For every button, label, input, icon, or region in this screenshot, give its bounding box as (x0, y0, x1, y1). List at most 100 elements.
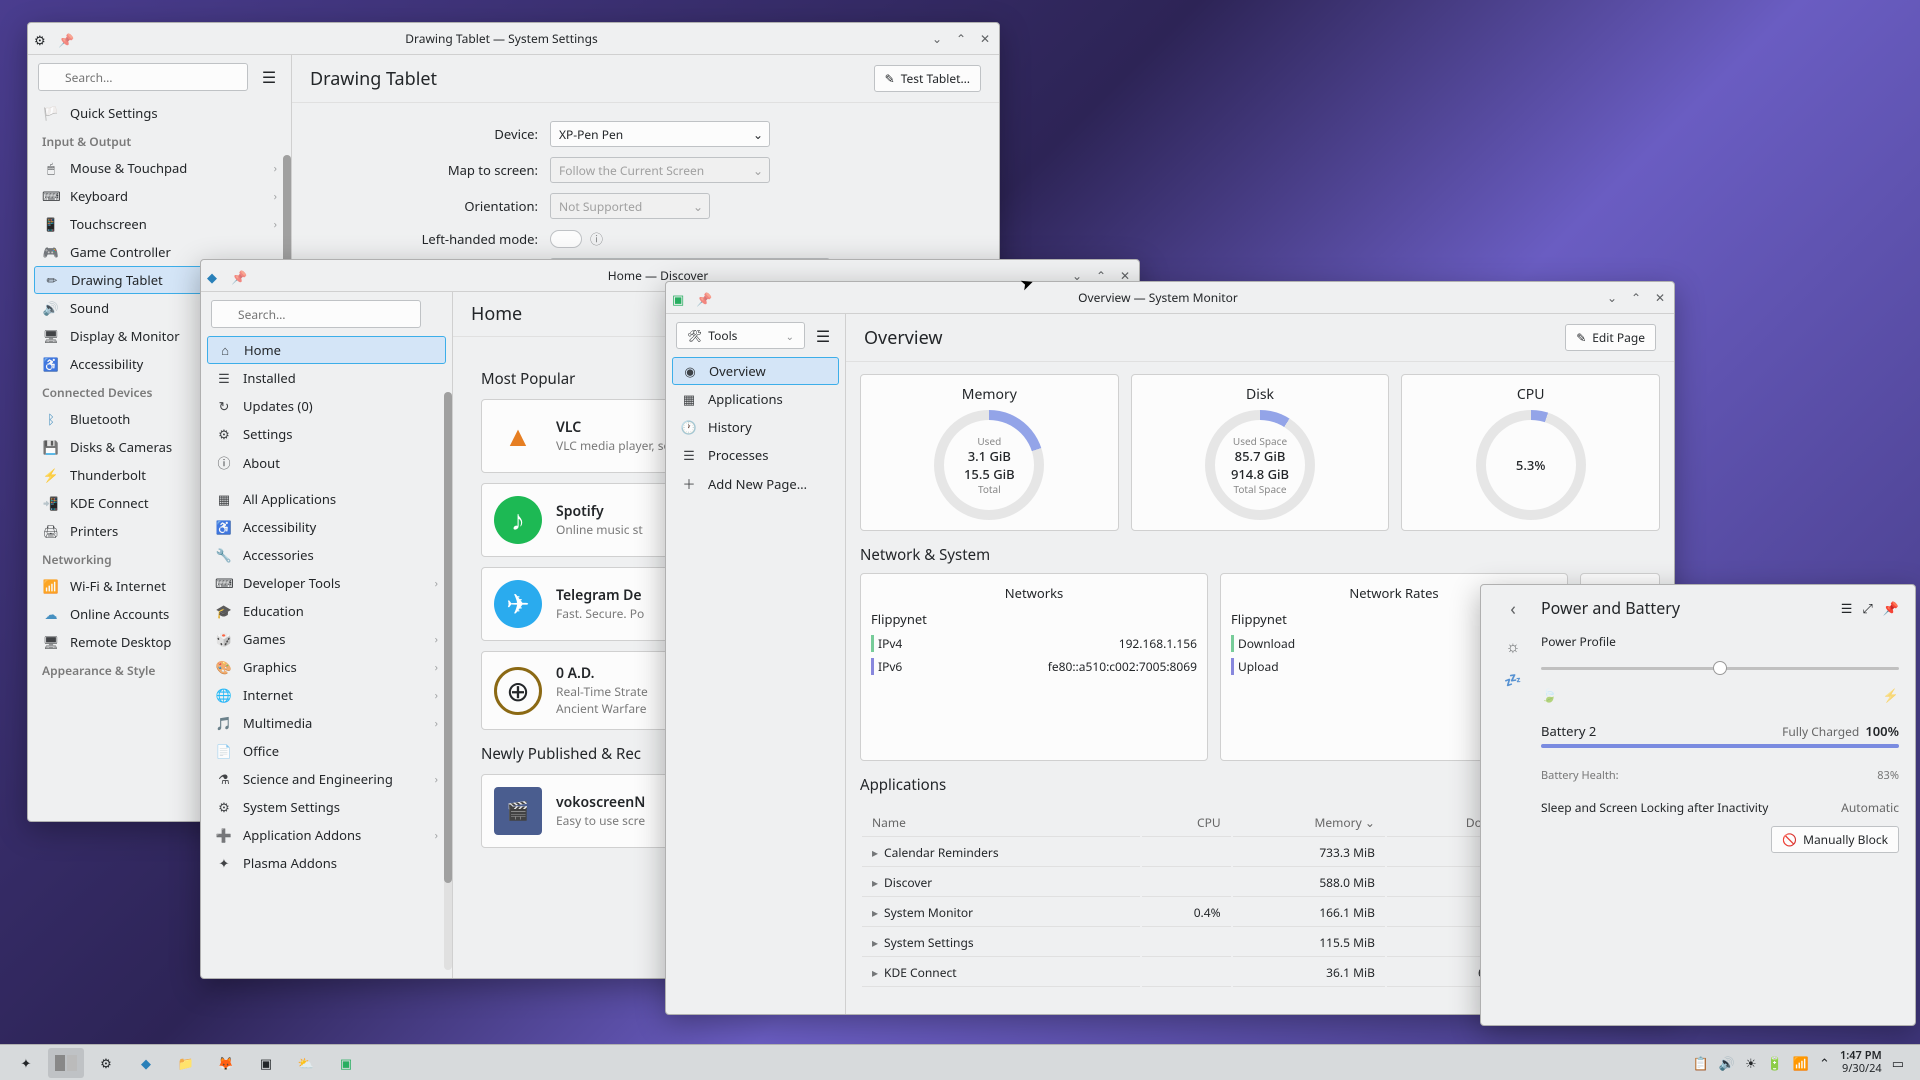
task-system-settings[interactable]: ⚙ (88, 1048, 124, 1078)
sidebar-item-touchscreen[interactable]: 📱Touchscreen› (28, 210, 291, 238)
hamburger-icon[interactable]: ☰ (257, 65, 281, 89)
maximize-icon[interactable]: ⌃ (1628, 290, 1644, 306)
minimize-icon[interactable]: ⌄ (929, 31, 945, 47)
apps-icon: ▦ (680, 390, 698, 408)
tray-expand-icon[interactable]: ⌃ (1819, 1054, 1830, 1072)
task-files[interactable]: 📁 (168, 1048, 204, 1078)
sidebar-item-quick-settings[interactable]: 🏳️Quick Settings (28, 99, 291, 127)
cat-education[interactable]: 🎓Education (201, 597, 452, 625)
task-firefox[interactable]: 🦊 (208, 1048, 244, 1078)
manually-block-button[interactable]: 🚫Manually Block (1771, 826, 1899, 853)
device-select[interactable]: XP-Pen Pen (550, 121, 770, 147)
history-icon: 🕐 (680, 418, 698, 436)
graphics-icon: 🎨 (215, 658, 233, 676)
cat-system-settings[interactable]: ⚙System Settings (201, 793, 452, 821)
sleep-icon[interactable]: 💤 (1504, 671, 1521, 690)
cat-science[interactable]: ⚗Science and Engineering› (201, 765, 452, 793)
pin-icon[interactable]: 📌 (231, 268, 247, 284)
nav-updates[interactable]: ↻Updates (0) (201, 392, 452, 420)
settings-search-input[interactable] (38, 63, 248, 91)
tray-volume-icon[interactable]: 🔊 (1719, 1054, 1735, 1072)
expand-icon[interactable]: ⤢ (1862, 599, 1872, 617)
left-handed-label: Left-handed mode: (320, 230, 550, 248)
col-cpu[interactable]: CPU (1142, 809, 1231, 837)
chevron-right-icon: › (435, 772, 438, 787)
cat-developer-tools[interactable]: ⌨Developer Tools› (201, 569, 452, 597)
sort-down-icon: ⌄ (1365, 814, 1375, 831)
cat-graphics[interactable]: 🎨Graphics› (201, 653, 452, 681)
cat-application-addons[interactable]: ➕Application Addons› (201, 821, 452, 849)
discover-scrollbar[interactable] (444, 392, 452, 970)
nav-settings[interactable]: ⚙Settings (201, 420, 452, 448)
monitor-sidebar: 🛠Tools⌄ ☰ ◉Overview ▦Applications 🕐Histo… (666, 314, 846, 1014)
leaf-icon: 🍃 (1541, 686, 1557, 704)
chevron-right-icon: › (274, 189, 277, 204)
task-system-monitor[interactable]: ▣ (328, 1048, 364, 1078)
task-konsole[interactable]: ▣ (248, 1048, 284, 1078)
cat-accessories[interactable]: 🔧Accessories (201, 541, 452, 569)
system-icon: ⚙ (215, 798, 233, 816)
left-handed-toggle[interactable] (550, 230, 582, 248)
nav-processes[interactable]: ☰Processes (666, 441, 845, 469)
cat-office[interactable]: 📄Office (201, 737, 452, 765)
maximize-icon[interactable]: ⌃ (953, 31, 969, 47)
tray-show-desktop-icon[interactable]: ▭ (1892, 1054, 1904, 1072)
nav-history[interactable]: 🕐History (666, 413, 845, 441)
tray-clipboard-icon[interactable]: 📋 (1693, 1054, 1709, 1072)
col-name[interactable]: Name (862, 809, 1140, 837)
col-memory[interactable]: Memory ⌄ (1233, 809, 1385, 837)
profile-slider-thumb[interactable] (1713, 661, 1727, 675)
back-icon[interactable]: ‹ (1510, 597, 1516, 621)
orientation-label: Orientation: (320, 197, 550, 215)
code-icon: ⌨ (215, 574, 233, 592)
nav-installed[interactable]: ☰Installed (201, 364, 452, 392)
nav-home[interactable]: ⌂Home (207, 336, 446, 364)
minimize-icon[interactable]: ⌄ (1604, 290, 1620, 306)
tray-network-icon[interactable]: 📶 (1793, 1054, 1809, 1072)
tray-battery-icon[interactable]: 🔋 (1767, 1054, 1783, 1072)
test-tablet-button[interactable]: ✎Test Tablet… (874, 65, 981, 92)
globe-icon: 🌐 (215, 686, 233, 704)
monitor-title: Overview — System Monitor (712, 289, 1604, 306)
pin-icon[interactable]: 📌 (696, 290, 712, 306)
sidebar-item-keyboard[interactable]: ⌨Keyboard› (28, 182, 291, 210)
nav-add-page[interactable]: ＋Add New Page… (666, 469, 845, 498)
nav-about[interactable]: ⓘAbout (201, 448, 452, 477)
panel-clock[interactable]: 1:47 PM 9/30/24 (1840, 1050, 1882, 1074)
cpu-title: CPU (1412, 385, 1649, 404)
task-pager[interactable] (48, 1048, 84, 1078)
addon-icon: ➕ (215, 826, 233, 844)
sidebar-item-mouse[interactable]: 🖱Mouse & Touchpad› (28, 154, 291, 182)
tools-button[interactable]: 🛠Tools⌄ (676, 322, 805, 349)
discover-app-icon: ◆ (207, 268, 223, 284)
task-discover[interactable]: ◆ (128, 1048, 164, 1078)
hamburger-icon[interactable]: ☰ (811, 324, 835, 348)
brightness-icon[interactable]: ☼ (1506, 635, 1521, 657)
cat-accessibility[interactable]: ♿Accessibility (201, 513, 452, 541)
close-icon[interactable]: ✕ (1652, 290, 1668, 306)
cat-games[interactable]: 🎲Games› (201, 625, 452, 653)
bluetooth-icon: ᛒ (42, 410, 60, 428)
plasma-icon: ✦ (215, 854, 233, 872)
cat-internet[interactable]: 🌐Internet› (201, 681, 452, 709)
nav-applications[interactable]: ▦Applications (666, 385, 845, 413)
tray-brightness-icon[interactable]: ☀ (1745, 1054, 1757, 1072)
close-icon[interactable]: ✕ (977, 31, 993, 47)
pin-icon[interactable]: 📌 (58, 31, 74, 47)
edit-page-button[interactable]: ✎Edit Page (1565, 324, 1656, 351)
settings-titlebar[interactable]: ⚙ 📌 Drawing Tablet — System Settings ⌄ ⌃… (28, 23, 999, 55)
cat-all[interactable]: ▦All Applications (201, 485, 452, 513)
discover-search-input[interactable] (211, 300, 421, 328)
app-launcher-button[interactable]: ✦ (8, 1048, 44, 1078)
monitor-titlebar[interactable]: ▣ 📌 Overview — System Monitor ⌄ ⌃ ✕ (666, 282, 1674, 314)
info-icon[interactable]: ⓘ (590, 229, 603, 248)
keyboard-icon: ⌨ (42, 187, 60, 205)
tablet-icon: ✏ (43, 271, 61, 289)
cat-multimedia[interactable]: 🎵Multimedia› (201, 709, 452, 737)
menu-icon[interactable]: ☰ (1841, 599, 1853, 617)
battery-health-label: Battery Health: (1541, 768, 1619, 783)
pin-icon[interactable]: 📌 (1883, 599, 1899, 617)
cat-plasma-addons[interactable]: ✦Plasma Addons (201, 849, 452, 877)
nav-overview[interactable]: ◉Overview (672, 357, 839, 385)
task-weather[interactable]: ⛅ (288, 1048, 324, 1078)
